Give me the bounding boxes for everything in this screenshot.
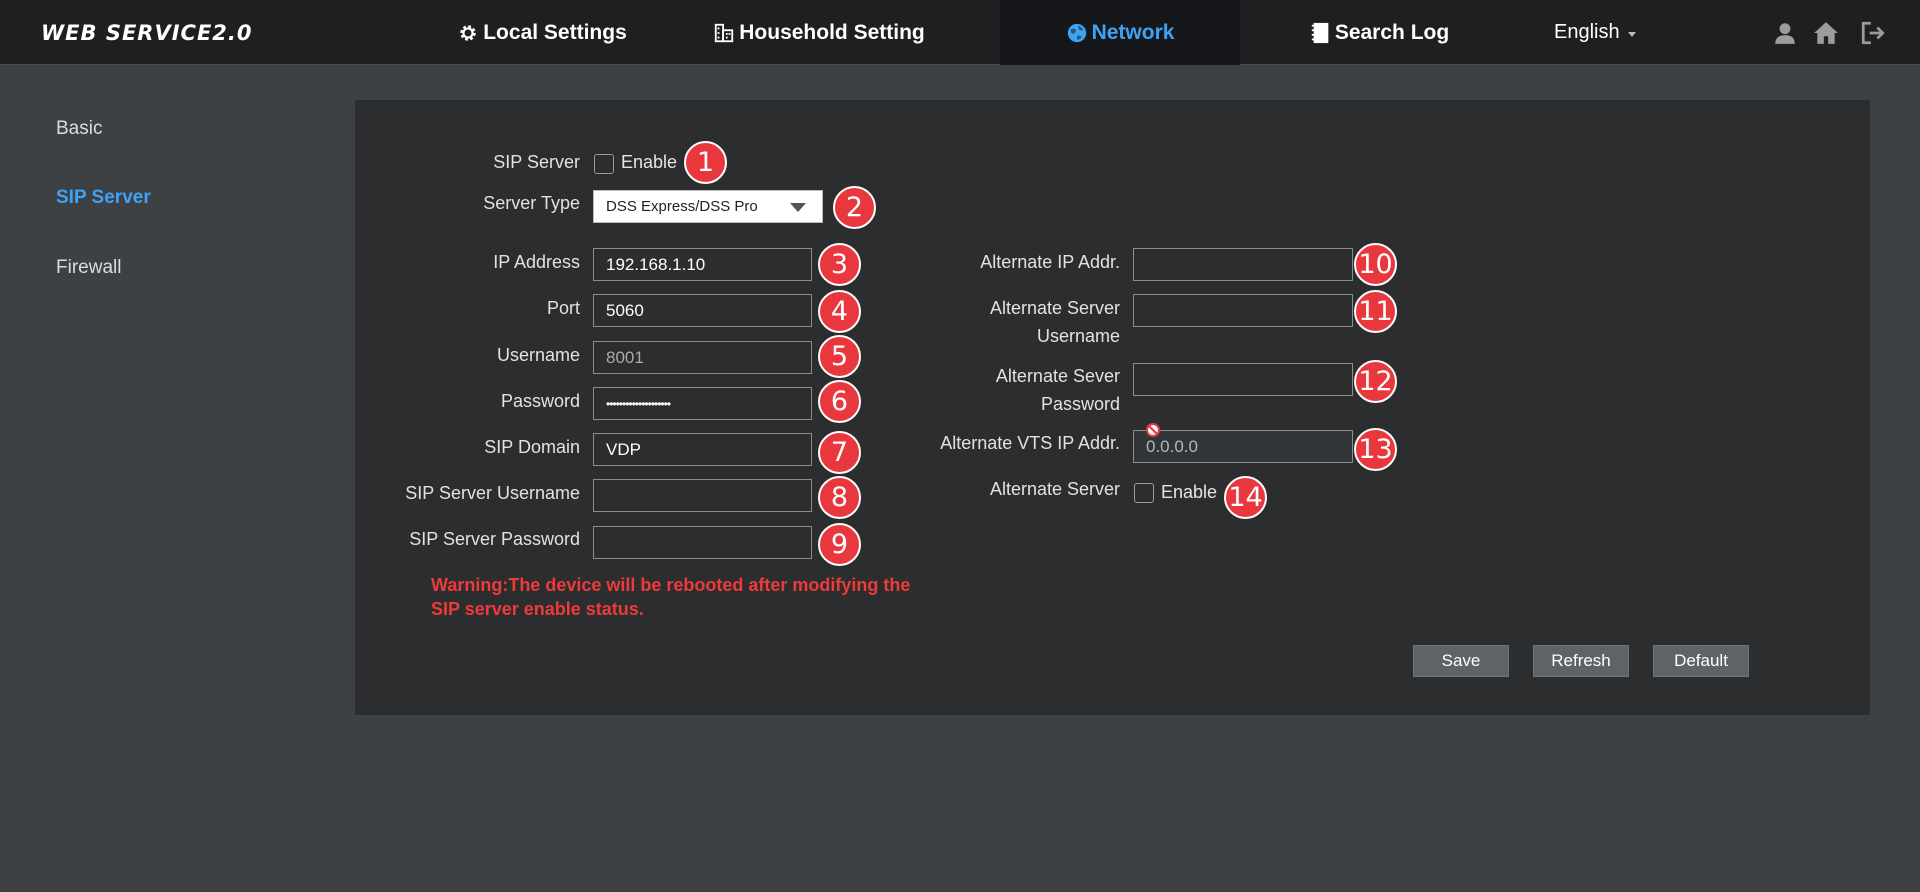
nav-label: Search Log: [1334, 20, 1450, 44]
reboot-warning: Warning:The device will be rebooted afte…: [431, 573, 951, 621]
alternate-server-label: Alternate Server: [989, 479, 1120, 499]
alternate-server-password-label: Alternate Sever Password: [900, 362, 1120, 418]
callout-badge-10: 10: [1354, 243, 1397, 286]
language-select[interactable]: English: [1554, 0, 1636, 65]
callout-badge-4: 4: [818, 290, 861, 333]
server-type-label: Server Type: [483, 193, 580, 213]
port-label: Port: [546, 298, 580, 318]
nav-local-settings[interactable]: Local Settings: [452, 0, 632, 65]
chevron-down-icon: [1627, 31, 1636, 37]
sip-domain-input[interactable]: VDP: [593, 433, 812, 466]
callout-badge-6: 6: [818, 380, 861, 423]
language-value: English: [1554, 21, 1620, 43]
dropdown-arrow-icon: [790, 203, 806, 212]
ip-address-label: IP Address: [493, 252, 580, 272]
nav-household-setting[interactable]: Household Setting: [708, 0, 930, 65]
label-line: Password: [1040, 394, 1120, 414]
alternate-server-enable-label: Enable: [1161, 482, 1218, 502]
alternate-ip-input[interactable]: [1133, 248, 1353, 281]
sip-domain-label: SIP Domain: [484, 437, 580, 457]
alternate-server-username-label: Alternate Server Username: [900, 294, 1120, 350]
callout-badge-2: 2: [833, 186, 876, 229]
port-input[interactable]: 5060: [593, 294, 812, 327]
sidebar-item-sip-server[interactable]: SIP Server: [56, 187, 151, 209]
alternate-vts-ip-input[interactable]: 0.0.0.0: [1133, 430, 1353, 463]
callout-badge-11: 11: [1354, 290, 1397, 333]
label-line: Alternate Sever: [995, 366, 1120, 386]
sip-server-password-label: SIP Server Password: [409, 529, 580, 549]
sip-server-enable-label: Enable: [621, 152, 678, 172]
sip-server-label: SIP Server: [493, 152, 580, 172]
callout-badge-14: 14: [1224, 476, 1267, 519]
username-input[interactable]: 8001: [593, 341, 812, 374]
warning-line-2: SIP server enable status.: [431, 599, 644, 619]
sip-server-username-input[interactable]: [593, 479, 812, 512]
nav-label: Household Setting: [739, 20, 925, 44]
alternate-ip-label: Alternate IP Addr.: [980, 252, 1120, 272]
label-line: Alternate Server: [989, 298, 1120, 318]
nav-network[interactable]: Network: [1000, 0, 1240, 65]
callout-badge-3: 3: [818, 243, 861, 286]
home-icon[interactable]: [1813, 20, 1839, 46]
server-type-value: DSS Express/DSS Pro: [606, 198, 758, 215]
alternate-vts-ip-label: Alternate VTS IP Addr.: [940, 433, 1120, 453]
callout-badge-1: 1: [684, 141, 727, 184]
sip-server-enable-checkbox[interactable]: [594, 154, 614, 174]
warning-line-1: Warning:The device will be rebooted afte…: [431, 575, 911, 595]
user-icon[interactable]: [1772, 20, 1798, 46]
label-line: Username: [1036, 326, 1120, 346]
gear-icon: [460, 24, 477, 41]
top-navigation-bar: WEB SERVICE2.0 Local Settings Household …: [0, 0, 1920, 65]
sidebar-item-basic[interactable]: Basic: [56, 118, 102, 140]
alternate-server-password-input[interactable]: [1133, 363, 1353, 396]
callout-badge-7: 7: [818, 431, 861, 474]
sip-server-username-label: SIP Server Username: [405, 483, 580, 503]
default-button[interactable]: Default: [1653, 645, 1749, 677]
building-icon: [715, 23, 734, 42]
callout-badge-13: 13: [1354, 428, 1397, 471]
refresh-button[interactable]: Refresh: [1533, 645, 1629, 677]
alternate-server-username-input[interactable]: [1133, 294, 1353, 327]
username-label: Username: [496, 345, 580, 365]
nav-label: Local Settings: [483, 20, 627, 44]
nav-search-log[interactable]: Search Log: [1305, 0, 1455, 65]
callout-badge-12: 12: [1354, 360, 1397, 403]
sip-server-password-input[interactable]: [593, 526, 812, 559]
nav-label: Network: [1091, 20, 1175, 44]
save-button[interactable]: Save: [1413, 645, 1509, 677]
ip-address-input[interactable]: 192.168.1.10: [593, 248, 812, 281]
log-icon: [1311, 22, 1329, 43]
logout-icon[interactable]: [1860, 20, 1886, 46]
server-type-select[interactable]: DSS Express/DSS Pro: [593, 190, 823, 223]
callout-badge-5: 5: [818, 335, 861, 378]
globe-icon: [1067, 23, 1086, 42]
sidebar-item-firewall[interactable]: Firewall: [56, 257, 121, 279]
alternate-server-enable-checkbox[interactable]: [1134, 483, 1154, 503]
callout-badge-8: 8: [818, 476, 861, 519]
password-label: Password: [500, 391, 580, 411]
callout-badge-9: 9: [818, 523, 861, 566]
app-logo: WEB SERVICE2.0: [41, 21, 253, 45]
password-input[interactable]: ••••••••••••••••••••: [593, 387, 812, 420]
not-allowed-cursor-icon: [1146, 423, 1160, 437]
